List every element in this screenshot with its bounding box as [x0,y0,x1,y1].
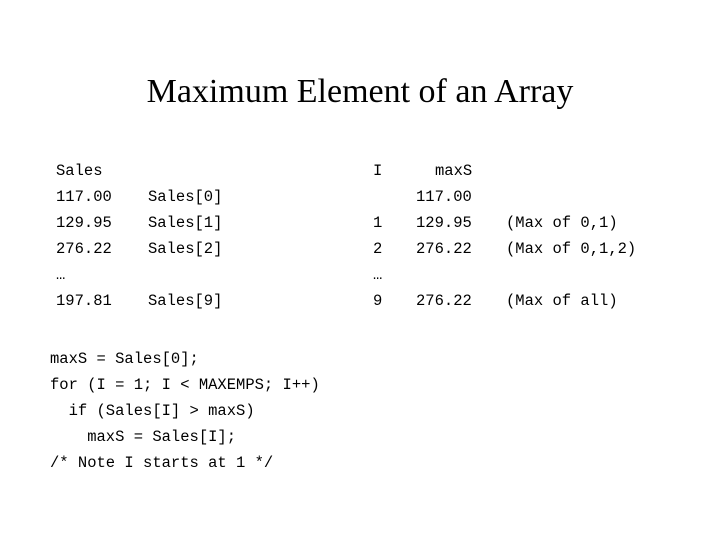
trace-maxs-value: 276.22 [416,292,472,310]
sales-array-table: Sales 117.00 Sales[0] 129.95 Sales[1] 27… [56,158,222,314]
sales-value: 117.00 [56,188,112,206]
trace-annotation: (Max of 0,1,2) [506,240,637,258]
sales-value: 276.22 [56,240,112,258]
trace-column-header-maxs: maxS [435,162,473,180]
page-title: Maximum Element of an Array [146,73,574,110]
trace-annotation: (Max of 0,1) [506,214,618,232]
trace-annotation: (Max of all) [506,292,618,310]
trace-maxs-value: 117.00 [416,188,472,206]
trace-table-header-row: I maxS [373,158,472,184]
code-line: for (I = 1; I < MAXEMPS; I++) [50,376,320,394]
code-line: /* Note I starts at 1 */ [50,454,274,472]
trace-maxs-value: 129.95 [416,214,472,232]
table-row: 117.00 Sales[0] [56,184,222,210]
table-row: 117.00 [373,184,472,210]
slide-canvas: Maximum Element of an Array Sales 117.00… [0,0,720,540]
sales-index-label: Sales[9] [148,292,223,310]
table-row: 129.95 Sales[1] [56,210,222,236]
trace-i-value: 2 [373,240,383,258]
sales-table-ellipsis-row: … [56,262,112,288]
sales-index-label: Sales[0] [148,188,223,206]
code-line: if (Sales[I] > maxS) [50,402,255,420]
code-line: maxS = Sales[0]; [50,350,199,368]
trace-table-ellipsis-row: … [373,262,429,288]
sales-value: 197.81 [56,292,112,310]
table-row: 2 276.22 (Max of 0,1,2) [373,236,636,262]
trace-i-value: 9 [373,292,383,310]
iteration-trace-table: I maxS 117.00 1 129.95 (Max of 0,1) 2 27… [373,158,636,314]
trace-i-value: 1 [373,214,383,232]
ellipsis: … [56,266,66,284]
code-block: maxS = Sales[0]; for (I = 1; I < MAXEMPS… [50,346,320,476]
sales-index-label: Sales[1] [148,214,223,232]
code-line: maxS = Sales[I]; [50,428,237,446]
table-row: 276.22 Sales[2] [56,236,222,262]
sales-table-header-row: Sales [56,158,112,184]
sales-column-header: Sales [56,162,103,180]
sales-index-label: Sales[2] [148,240,223,258]
table-row: 9 276.22 (Max of all) [373,288,618,314]
table-row: 197.81 Sales[9] [56,288,222,314]
trace-column-header-i: I [373,162,383,180]
sales-value: 129.95 [56,214,112,232]
ellipsis: … [373,266,383,284]
table-row: 1 129.95 (Max of 0,1) [373,210,618,236]
trace-maxs-value: 276.22 [416,240,472,258]
